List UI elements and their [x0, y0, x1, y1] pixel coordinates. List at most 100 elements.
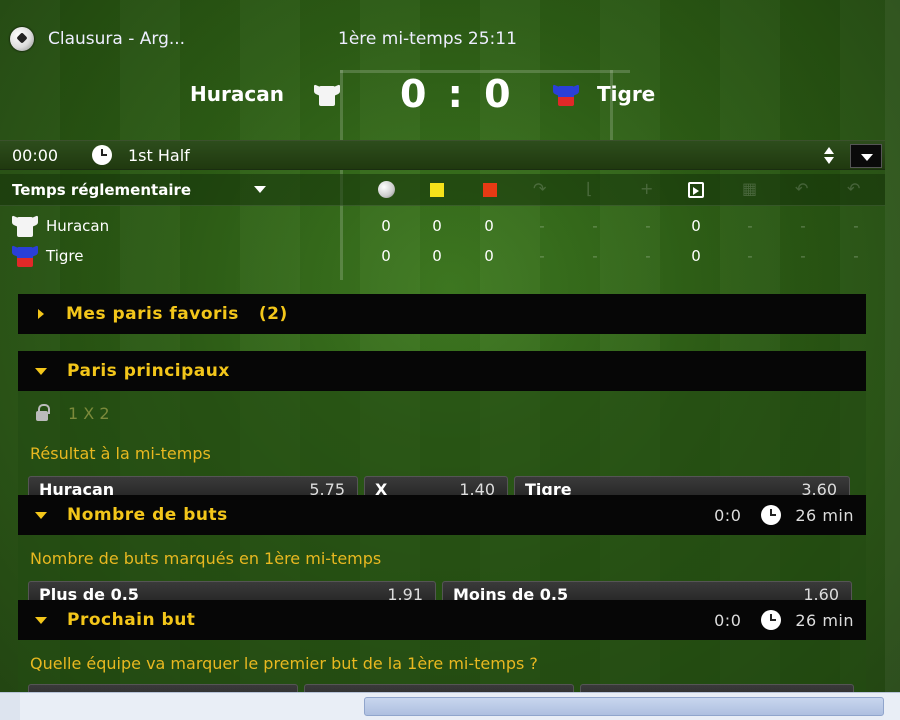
odd-value: 5.75 — [309, 480, 345, 496]
sort-arrows-icon[interactable] — [822, 146, 836, 166]
odd-button-home[interactable] — [28, 684, 298, 692]
odd-button-away[interactable] — [580, 684, 854, 692]
odd-button-draw[interactable]: X 1.40 — [364, 476, 508, 496]
next-goal-panel-header[interactable]: Prochain but 0:0 26 min — [18, 600, 866, 640]
corner-icon: ↷ — [533, 179, 547, 198]
odd-button-home[interactable]: Huracan 5.75 — [28, 476, 358, 496]
stat-penalty: - — [645, 217, 651, 235]
chevron-down-icon — [35, 616, 47, 624]
vertical-scrollbar[interactable] — [885, 0, 900, 692]
stat-throw-in: - — [853, 217, 859, 235]
locked-market-label: 1 X 2 — [68, 404, 110, 423]
main-bets-panel-header[interactable]: Paris principaux — [18, 351, 866, 391]
clock-icon — [761, 505, 782, 525]
scrollbar-thumb[interactable] — [364, 697, 884, 716]
market-question: Résultat à la mi-temps — [30, 444, 211, 463]
panel-live-info: 0:0 26 min — [714, 495, 854, 535]
odd-button-away[interactable]: Tigre 3.60 — [514, 476, 850, 496]
odd-value: 1.91 — [387, 585, 423, 601]
odd-label: Plus de 0.5 — [39, 585, 139, 601]
favorites-count: (2) — [258, 304, 288, 324]
away-shirt-icon — [12, 245, 38, 267]
chevron-right-icon — [38, 309, 44, 319]
stat-goals: 0 — [381, 247, 391, 265]
panel-title: Mes paris favoris — [66, 304, 239, 324]
stat-subs: 0 — [691, 217, 701, 235]
odd-label: Moins de 0.5 — [453, 585, 569, 601]
panel-live-info: 0:0 26 min — [714, 600, 854, 640]
away-team-name: Tigre — [597, 82, 656, 106]
score: 0 : 0 — [400, 72, 515, 116]
stat-yellow: 0 — [432, 217, 442, 235]
odd-button-over[interactable]: Plus de 0.5 1.91 — [28, 581, 436, 601]
stat-corner: - — [539, 247, 545, 265]
odd-label: Tigre — [525, 480, 572, 496]
chevron-down-icon — [35, 367, 47, 375]
free-kick-icon: ↶ — [795, 179, 809, 198]
next-goal-odds — [28, 684, 860, 692]
stats-team-name: Huracan — [46, 217, 110, 235]
red-card-icon — [483, 183, 497, 197]
market-question: Nombre de buts marqués en 1ère mi-temps — [30, 549, 382, 568]
clock-time: 00:00 — [12, 145, 59, 165]
stat-red: 0 — [484, 217, 494, 235]
locked-market-row: 1 X 2 — [36, 403, 110, 423]
stat-throw-in: - — [853, 247, 859, 265]
halftime-result-odds: Huracan 5.75 X 1.40 Tigre 3.60 — [28, 476, 856, 496]
penalty-icon: + — [640, 179, 654, 198]
chevron-down-icon[interactable] — [254, 186, 266, 193]
scoreboard: Clausura - Arg... 1ère mi-temps 25:11 Hu… — [0, 0, 885, 272]
odd-value: 1.40 — [459, 480, 495, 496]
stats-team-name: Tigre — [46, 247, 84, 265]
stat-shots: - — [747, 217, 753, 235]
horizontal-scrollbar[interactable] — [0, 692, 900, 720]
time-dropdown-button[interactable] — [850, 144, 882, 168]
clock-icon — [92, 145, 112, 165]
live-minute: 26 min — [795, 610, 854, 630]
stat-corner: - — [539, 217, 545, 235]
stats-row-away: Tigre 0 0 0 - - - 0 - - - — [0, 241, 885, 271]
odd-value: 1.60 — [803, 585, 839, 601]
teams-row: Huracan 0 : 0 Tigre — [0, 70, 885, 122]
odd-label: Huracan — [39, 480, 115, 496]
stats-period-title[interactable]: Temps réglementaire — [12, 181, 191, 199]
odd-button-none[interactable] — [304, 684, 574, 692]
chevron-down-icon — [35, 511, 47, 519]
stat-free-kick: - — [800, 217, 806, 235]
favorites-panel-header[interactable]: Mes paris favoris (2) — [18, 294, 866, 334]
stat-subs: 0 — [691, 247, 701, 265]
stat-goals: 0 — [381, 217, 391, 235]
home-shirt-icon — [314, 84, 340, 106]
clock-icon — [761, 610, 782, 630]
shots-icon: ▦ — [742, 179, 758, 198]
panel-title: Prochain but — [67, 610, 196, 630]
odd-button-under[interactable]: Moins de 0.5 1.60 — [442, 581, 852, 601]
panel-title: Paris principaux — [67, 361, 230, 381]
stat-shots: - — [747, 247, 753, 265]
goals-odds: Plus de 0.5 1.91 Moins de 0.5 1.60 — [28, 581, 858, 601]
home-shirt-icon — [12, 215, 38, 237]
half-label: 1st Half — [128, 145, 190, 165]
substitution-icon — [688, 182, 704, 198]
stats-header: Temps réglementaire ↷ ⌊ + ▦ ↶ ↶ — [0, 174, 885, 206]
time-selector[interactable]: 00:00 1st Half — [0, 140, 885, 170]
stat-red: 0 — [484, 247, 494, 265]
home-team-name: Huracan — [190, 82, 284, 106]
stat-yellow: 0 — [432, 247, 442, 265]
period-time: 1ère mi-temps 25:11 — [338, 29, 517, 49]
league-name[interactable]: Clausura - Arg... — [48, 29, 338, 49]
lock-icon — [36, 403, 50, 421]
stat-offside: - — [592, 217, 598, 235]
stat-offside: - — [592, 247, 598, 265]
stats-row-home: Huracan 0 0 0 - - - 0 - - - — [0, 211, 885, 241]
goals-panel-header[interactable]: Nombre de buts 0:0 26 min — [18, 495, 866, 535]
goals-icon — [378, 181, 395, 198]
away-shirt-icon — [553, 84, 579, 106]
throw-in-icon: ↶ — [847, 179, 861, 198]
offside-icon: ⌊ — [586, 179, 593, 198]
live-score: 0:0 — [714, 610, 742, 630]
match-header: Clausura - Arg... 1ère mi-temps 25:11 — [0, 22, 885, 56]
yellow-card-icon — [430, 183, 444, 197]
stat-free-kick: - — [800, 247, 806, 265]
scroll-left-button[interactable] — [0, 693, 20, 720]
